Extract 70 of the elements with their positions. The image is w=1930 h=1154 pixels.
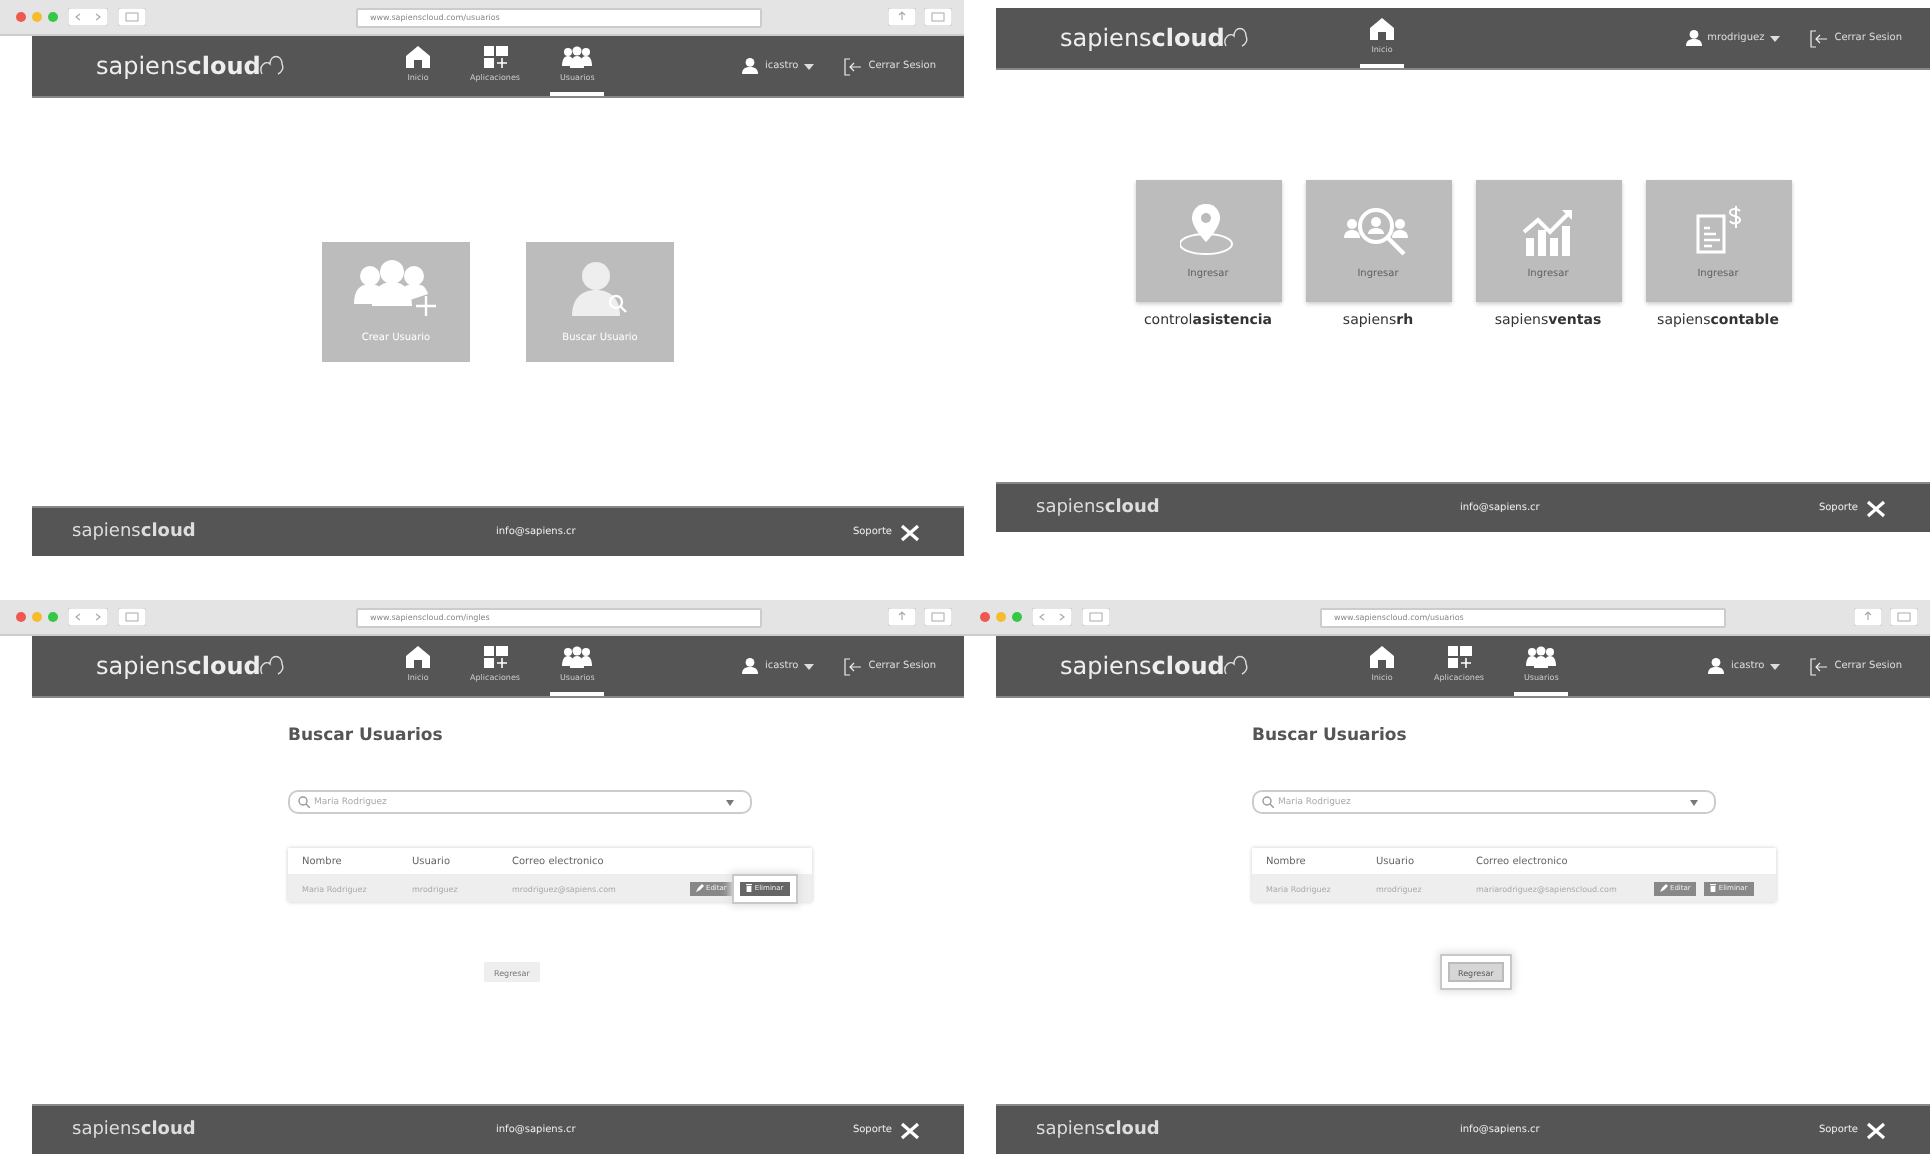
minimize-dot-icon[interactable] xyxy=(32,12,42,22)
user-icon xyxy=(742,658,759,674)
cloud-icon xyxy=(260,652,285,676)
user-search-icon xyxy=(572,260,628,316)
grid-icon xyxy=(1447,646,1471,668)
sidebar-icon[interactable] xyxy=(1082,608,1110,626)
add-users-icon xyxy=(354,260,438,316)
map-pin-icon xyxy=(1180,203,1236,255)
sidebar-icon[interactable] xyxy=(118,608,146,626)
back-forward-icon[interactable] xyxy=(68,608,108,626)
caret-icon xyxy=(726,799,734,805)
close-dot-icon[interactable] xyxy=(980,612,990,622)
user-icon xyxy=(1708,658,1725,674)
tabs-icon[interactable] xyxy=(1890,608,1918,626)
pencil-icon xyxy=(1660,884,1668,892)
page-title: Buscar Usuarios xyxy=(288,726,443,746)
home-icon xyxy=(406,46,430,68)
user-icon xyxy=(742,58,759,74)
footer-logo-text: sapienscloud xyxy=(72,1120,196,1140)
footer-logo-text: sapienscloud xyxy=(1036,498,1160,518)
logo-text[interactable]: sapienscloud xyxy=(1060,24,1225,52)
users-icon xyxy=(562,646,593,668)
logout-icon[interactable] xyxy=(844,657,863,675)
logout-icon[interactable] xyxy=(1810,29,1829,47)
people-search-icon xyxy=(1344,203,1412,255)
logo-text[interactable]: sapienscloud xyxy=(96,52,261,80)
back-forward-icon[interactable] xyxy=(1032,608,1072,626)
caret-icon[interactable] xyxy=(1770,35,1781,41)
logout-icon[interactable] xyxy=(844,57,863,75)
footer-logo-text: sapienscloud xyxy=(1036,1120,1160,1140)
minimize-dot-icon[interactable] xyxy=(996,612,1006,622)
caret-icon xyxy=(1690,799,1698,805)
share-icon[interactable] xyxy=(888,608,916,626)
home-icon xyxy=(406,646,430,668)
logo-text[interactable]: sapienscloud xyxy=(1060,652,1225,680)
trash-icon xyxy=(746,884,753,892)
logo-text[interactable]: sapienscloud xyxy=(96,652,261,680)
search-icon xyxy=(298,796,310,808)
cloud-icon xyxy=(1224,652,1249,676)
users-icon xyxy=(562,46,593,68)
back-forward-icon[interactable] xyxy=(68,8,108,26)
caret-icon[interactable] xyxy=(804,63,815,69)
logout-icon[interactable] xyxy=(1810,657,1829,675)
page-title: Buscar Usuarios xyxy=(1252,726,1407,746)
footer-logo-text: sapienscloud xyxy=(72,522,196,542)
cloud-icon xyxy=(260,52,285,76)
minimize-dot-icon[interactable] xyxy=(32,612,42,622)
sidebar-icon[interactable] xyxy=(118,8,146,26)
share-icon[interactable] xyxy=(1854,608,1882,626)
maximize-dot-icon[interactable] xyxy=(1012,612,1022,622)
share-icon[interactable] xyxy=(888,8,916,26)
ledger-icon xyxy=(1694,203,1742,255)
tabs-icon[interactable] xyxy=(924,8,952,26)
search-icon xyxy=(1262,796,1274,808)
close-dot-icon[interactable] xyxy=(16,12,26,22)
caret-icon[interactable] xyxy=(1770,663,1781,669)
home-icon xyxy=(1370,18,1394,40)
trash-icon xyxy=(1710,884,1717,892)
user-icon xyxy=(1685,30,1702,46)
grid-icon xyxy=(483,46,507,68)
maximize-dot-icon[interactable] xyxy=(48,12,58,22)
close-dot-icon[interactable] xyxy=(16,612,26,622)
home-icon xyxy=(1370,646,1394,668)
users-icon xyxy=(1526,646,1557,668)
grid-icon xyxy=(483,646,507,668)
pencil-icon xyxy=(696,884,704,892)
cloud-icon xyxy=(1224,24,1249,48)
maximize-dot-icon[interactable] xyxy=(48,612,58,622)
tabs-icon[interactable] xyxy=(924,608,952,626)
caret-icon[interactable] xyxy=(804,663,815,669)
